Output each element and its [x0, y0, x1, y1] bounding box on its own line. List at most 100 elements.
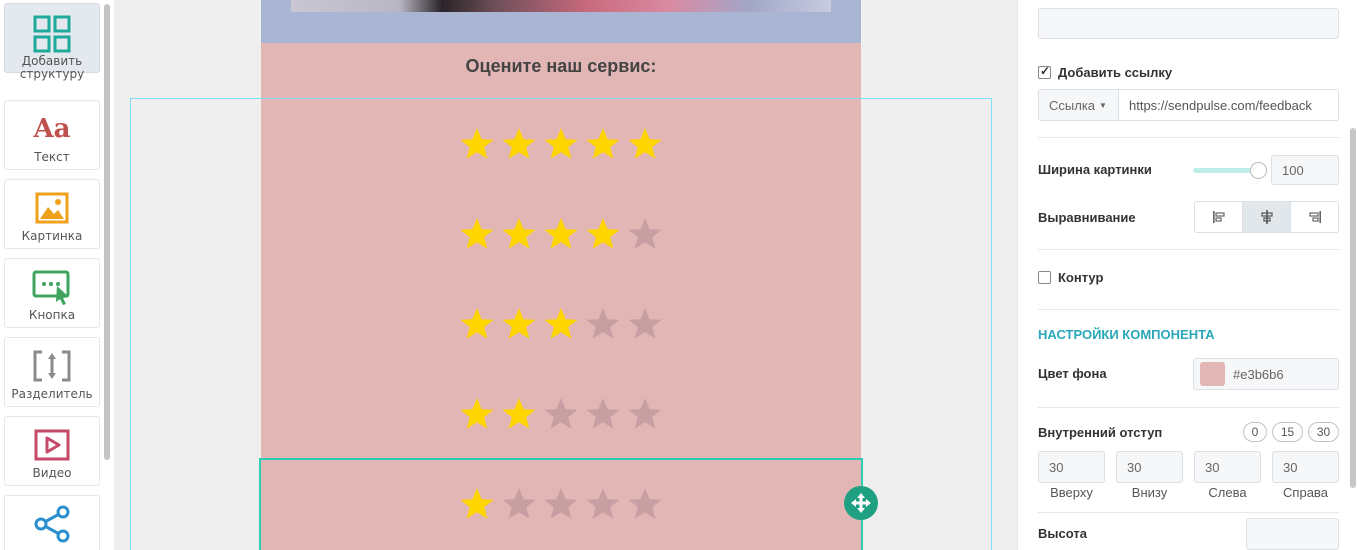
text-icon: Aa [33, 114, 71, 144]
bg-color-label: Цвет фона [1038, 366, 1107, 381]
divider [1038, 407, 1339, 408]
align-left-icon [1212, 211, 1225, 223]
rating-row-1[interactable] [261, 486, 861, 526]
divider [1038, 309, 1339, 310]
star-filled-icon [542, 126, 580, 162]
bg-color-picker[interactable]: #e3b6b6 [1193, 358, 1339, 390]
padding-left-input[interactable]: 30 [1194, 451, 1261, 483]
add-link-label: Добавить ссылку [1058, 65, 1173, 80]
star-filled-icon [542, 216, 580, 252]
add-divider-button[interactable]: Разделитель [4, 337, 100, 407]
component-palette: Добавить структуру Aa Текст Картинка Кно… [0, 0, 114, 550]
grid-icon [5, 14, 99, 54]
email-canvas: Оцените наш сервис: [114, 0, 1131, 550]
survey-title: Оцените наш сервис: [465, 56, 657, 76]
alt-text-input[interactable] [1038, 8, 1339, 39]
star-empty-icon [626, 486, 664, 522]
image-width-label: Ширина картинки [1038, 162, 1152, 177]
star-filled-icon [500, 126, 538, 162]
padding-top-caption: Вверху [1050, 485, 1093, 500]
padding-preset-0[interactable]: 0 [1243, 422, 1267, 442]
divider-icon [5, 346, 99, 386]
link-type-value: Ссылка [1049, 97, 1096, 113]
star-filled-icon [458, 306, 496, 342]
star-filled-icon [542, 306, 580, 342]
padding-top-input[interactable]: 30 [1038, 451, 1105, 483]
add-button-button[interactable]: Кнопка [4, 258, 100, 328]
alignment-group [1194, 201, 1339, 233]
star-empty-icon [626, 306, 664, 342]
padding-preset-30[interactable]: 30 [1308, 422, 1339, 442]
align-center-button[interactable] [1243, 202, 1291, 232]
rating-row-5[interactable] [261, 126, 861, 166]
alignment-label: Выравнивание [1038, 210, 1136, 225]
padding-label: Внутренний отступ [1038, 425, 1163, 440]
add-social-button[interactable] [4, 495, 100, 550]
star-filled-icon [626, 126, 664, 162]
star-filled-icon [584, 126, 622, 162]
divider [1038, 137, 1339, 138]
link-url-input[interactable]: https://sendpulse.com/feedback [1118, 89, 1339, 121]
height-label: Высота [1038, 526, 1087, 541]
star-filled-icon [500, 396, 538, 432]
add-image-button[interactable]: Картинка [4, 179, 100, 249]
outline-checkbox[interactable] [1038, 271, 1051, 284]
palette-label: Картинка [21, 229, 83, 243]
align-right-button[interactable] [1291, 202, 1338, 232]
star-filled-icon [458, 486, 496, 522]
divider [1038, 512, 1339, 513]
link-type-dropdown[interactable]: Ссылка ▼ [1038, 89, 1118, 121]
star-filled-icon [500, 216, 538, 252]
padding-left-value: 30 [1205, 459, 1220, 475]
rating-row-4[interactable] [261, 216, 861, 256]
image-block[interactable] [261, 0, 861, 43]
padding-bottom-input[interactable]: 30 [1116, 451, 1183, 483]
color-swatch[interactable] [1200, 362, 1225, 386]
email-body: Оцените наш сервис: [261, 0, 861, 550]
align-center-icon [1260, 210, 1273, 224]
add-text-button[interactable]: Aa Текст [4, 100, 100, 170]
move-handle-button[interactable] [844, 486, 878, 520]
padding-bottom-value: 30 [1127, 459, 1142, 475]
share-icon [5, 504, 99, 544]
add-video-button[interactable]: Видео [4, 416, 100, 486]
padding-right-value: 30 [1283, 459, 1298, 475]
star-empty-icon [626, 216, 664, 252]
palette-label: Кнопка [28, 308, 76, 322]
palette-scrollbar[interactable] [104, 4, 110, 460]
image-width-value: 100 [1282, 162, 1304, 178]
palette-label: Добавить структуру [19, 54, 85, 81]
panel-scrollbar[interactable] [1350, 128, 1356, 488]
rating-row-3[interactable] [261, 306, 861, 346]
image-width-input[interactable]: 100 [1271, 155, 1339, 185]
star-filled-icon [458, 396, 496, 432]
height-input[interactable] [1246, 518, 1339, 550]
add-link-checkbox[interactable] [1038, 64, 1051, 79]
move-icon [851, 493, 871, 513]
align-left-button[interactable] [1195, 202, 1243, 232]
star-filled-icon [458, 216, 496, 252]
settings-panel: Добавить ссылку Ссылка ▼ https://sendpul… [1017, 0, 1357, 550]
padding-right-input[interactable]: 30 [1272, 451, 1339, 483]
star-empty-icon [500, 486, 538, 522]
rating-row-2[interactable] [261, 396, 861, 436]
hero-image [291, 0, 831, 12]
padding-bottom-caption: Внизу [1131, 485, 1168, 500]
star-filled-icon [584, 216, 622, 252]
add-structure-button[interactable]: Добавить структуру [4, 3, 100, 81]
outline-label: Контур [1058, 270, 1104, 285]
star-empty-icon [584, 486, 622, 522]
padding-right-caption: Справа [1283, 485, 1328, 500]
bg-color-value: #e3b6b6 [1233, 366, 1284, 382]
star-filled-icon [458, 126, 496, 162]
palette-label: Текст [34, 150, 70, 164]
component-settings-title: НАСТРОЙКИ КОМПОНЕНТА [1038, 327, 1215, 342]
divider [1038, 249, 1339, 250]
caret-down-icon: ▼ [1099, 100, 1107, 110]
image-icon [5, 188, 99, 228]
padding-preset-15[interactable]: 15 [1272, 422, 1303, 442]
video-icon [5, 425, 99, 465]
link-url-value: https://sendpulse.com/feedback [1129, 97, 1312, 113]
palette-label: Видео [32, 466, 72, 480]
image-width-slider[interactable] [1193, 162, 1267, 179]
